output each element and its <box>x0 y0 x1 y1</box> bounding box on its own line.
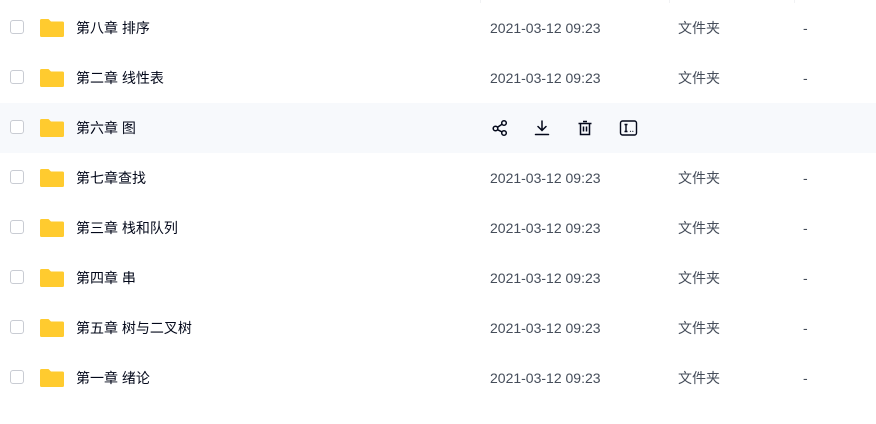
file-size: - <box>803 70 808 86</box>
file-row[interactable]: 第三章 栈和队列 2021-03-12 09:23 文件夹 - <box>0 203 876 253</box>
file-type: 文件夹 <box>678 70 720 86</box>
folder-icon <box>40 319 64 337</box>
file-row[interactable]: 第八章 排序 2021-03-12 09:23 文件夹 - <box>0 3 876 53</box>
file-modified-time: 2021-03-12 09:23 <box>490 270 601 286</box>
file-type: 文件夹 <box>678 370 720 386</box>
row-checkbox[interactable] <box>10 170 24 184</box>
row-checkbox[interactable] <box>10 20 24 34</box>
folder-icon <box>40 69 64 87</box>
file-type: 文件夹 <box>678 270 720 286</box>
share-icon[interactable] <box>490 118 510 138</box>
file-row[interactable]: 第一章 绪论 2021-03-12 09:23 文件夹 - <box>0 353 876 403</box>
folder-icon <box>40 119 64 137</box>
file-name[interactable]: 第八章 排序 <box>76 3 150 53</box>
file-modified-time: 2021-03-12 09:23 <box>490 170 601 186</box>
file-size: - <box>803 370 808 386</box>
folder-icon <box>40 219 64 237</box>
file-name[interactable]: 第七章查找 <box>76 153 146 203</box>
file-modified-time: 2021-03-12 09:23 <box>490 70 601 86</box>
file-size: - <box>803 20 808 36</box>
file-row[interactable]: 第五章 树与二叉树 2021-03-12 09:23 文件夹 - <box>0 303 876 353</box>
folder-icon <box>40 269 64 287</box>
row-checkbox[interactable] <box>10 320 24 334</box>
file-type: 文件夹 <box>678 170 720 186</box>
file-size: - <box>803 320 808 336</box>
file-type: 文件夹 <box>678 220 720 236</box>
file-row[interactable]: 第四章 串 2021-03-12 09:23 文件夹 - <box>0 253 876 303</box>
file-modified-time: 2021-03-12 09:23 <box>490 370 601 386</box>
file-name[interactable]: 第二章 线性表 <box>76 53 164 103</box>
file-type: 文件夹 <box>678 20 720 36</box>
trash-icon[interactable] <box>575 118 595 138</box>
file-row[interactable]: 第二章 线性表 2021-03-12 09:23 文件夹 - <box>0 53 876 103</box>
file-modified-time: 2021-03-12 09:23 <box>490 320 601 336</box>
file-type: 文件夹 <box>678 320 720 336</box>
file-row-hovered[interactable]: 第六章 图 <box>0 103 876 153</box>
file-size: - <box>803 170 808 186</box>
folder-icon <box>40 19 64 37</box>
file-size: - <box>803 270 808 286</box>
file-modified-time: 2021-03-12 09:23 <box>490 20 601 36</box>
file-modified-time: 2021-03-12 09:23 <box>490 220 601 236</box>
download-icon[interactable] <box>532 118 552 138</box>
file-list: 第八章 排序 2021-03-12 09:23 文件夹 - 第二章 线性表 20… <box>0 0 876 403</box>
row-checkbox[interactable] <box>10 370 24 384</box>
file-row[interactable]: 第七章查找 2021-03-12 09:23 文件夹 - <box>0 153 876 203</box>
file-name[interactable]: 第一章 绪论 <box>76 353 150 403</box>
row-checkbox[interactable] <box>10 70 24 84</box>
file-name[interactable]: 第三章 栈和队列 <box>76 203 178 253</box>
file-name[interactable]: 第四章 串 <box>76 253 136 303</box>
file-size: - <box>803 220 808 236</box>
rename-icon[interactable] <box>618 118 638 138</box>
file-name[interactable]: 第六章 图 <box>76 103 136 153</box>
folder-icon <box>40 169 64 187</box>
row-checkbox[interactable] <box>10 120 24 134</box>
row-checkbox[interactable] <box>10 220 24 234</box>
file-name[interactable]: 第五章 树与二叉树 <box>76 303 192 353</box>
row-checkbox[interactable] <box>10 270 24 284</box>
folder-icon <box>40 369 64 387</box>
